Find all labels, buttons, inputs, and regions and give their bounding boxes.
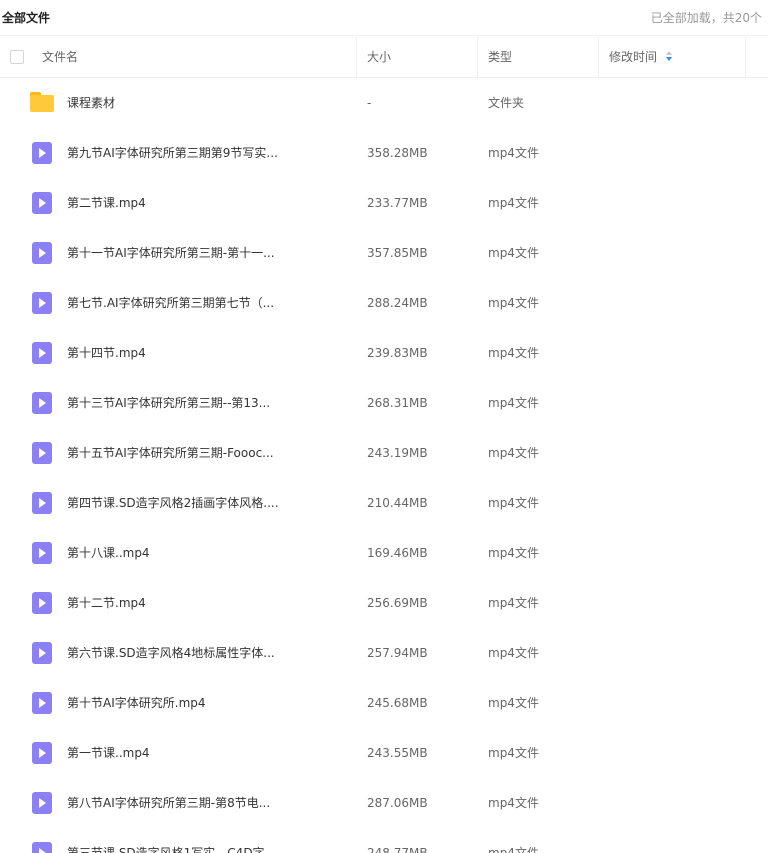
file-name[interactable]: 第十三节AI字体研究所第三期--第13... xyxy=(67,378,270,428)
file-type: mp4文件 xyxy=(488,396,539,410)
column-header-size[interactable]: 大小 xyxy=(367,37,391,77)
file-name[interactable]: 第四节课.SD造字风格2插画字体风格.... xyxy=(67,478,279,528)
file-type: mp4文件 xyxy=(488,246,539,260)
file-row[interactable]: 第十三节AI字体研究所第三期--第13... 268.31MB mp4文件 xyxy=(0,378,768,428)
file-name[interactable]: 第十五节AI字体研究所第三期-Foooc... xyxy=(67,428,274,478)
video-file-icon xyxy=(32,492,52,514)
file-size: 243.19MB xyxy=(367,446,428,460)
file-size: 257.94MB xyxy=(367,646,428,660)
file-size: 233.77MB xyxy=(367,196,428,210)
breadcrumb-all-files[interactable]: 全部文件 xyxy=(2,9,50,26)
file-size: 287.06MB xyxy=(367,796,428,810)
video-file-icon xyxy=(32,742,52,764)
column-divider[interactable] xyxy=(356,37,357,77)
sort-icon[interactable] xyxy=(665,50,673,63)
file-row[interactable]: 第二节课.mp4 233.77MB mp4文件 xyxy=(0,178,768,228)
file-type: mp4文件 xyxy=(488,596,539,610)
file-size: 243.55MB xyxy=(367,746,428,760)
file-name[interactable]: 第十二节.mp4 xyxy=(67,578,146,628)
file-size: 248.77MB xyxy=(367,846,428,853)
file-type: mp4文件 xyxy=(488,196,539,210)
file-size: - xyxy=(367,96,372,110)
file-type: mp4文件 xyxy=(488,296,539,310)
video-file-icon xyxy=(32,692,52,714)
file-type: mp4文件 xyxy=(488,446,539,460)
file-name[interactable]: 第二节课.mp4 xyxy=(67,178,146,228)
file-type: mp4文件 xyxy=(488,346,539,360)
file-type: mp4文件 xyxy=(488,746,539,760)
file-name[interactable]: 第十一节AI字体研究所第三期-第十一... xyxy=(67,228,275,278)
select-all-checkbox[interactable] xyxy=(10,50,24,64)
file-row[interactable]: 第九节AI字体研究所第三期第9节写实... 358.28MB mp4文件 xyxy=(0,128,768,178)
column-header-modified[interactable]: 修改时间 xyxy=(609,37,673,77)
file-name[interactable]: 第三节课.SD造字风格1写实、C4D字... xyxy=(67,828,276,853)
file-size: 239.83MB xyxy=(367,346,428,360)
file-type: mp4文件 xyxy=(488,696,539,710)
video-file-icon xyxy=(32,542,52,564)
file-type: mp4文件 xyxy=(488,646,539,660)
file-row[interactable]: 第一节课..mp4 243.55MB mp4文件 xyxy=(0,728,768,778)
file-type: mp4文件 xyxy=(488,496,539,510)
column-header-type[interactable]: 类型 xyxy=(488,37,512,77)
file-row[interactable]: 课程素材 - 文件夹 xyxy=(0,78,768,128)
file-name[interactable]: 第七节.AI字体研究所第三期第七节（... xyxy=(67,278,274,328)
file-name[interactable]: 第十八课..mp4 xyxy=(67,528,150,578)
toolbar: 全部文件 已全部加载，共20个 xyxy=(0,0,768,36)
file-row[interactable]: 第十八课..mp4 169.46MB mp4文件 xyxy=(0,528,768,578)
file-name[interactable]: 第六节课.SD造字风格4地标属性字体... xyxy=(67,628,275,678)
file-size: 245.68MB xyxy=(367,696,428,710)
video-file-icon xyxy=(32,342,52,364)
video-file-icon xyxy=(32,142,52,164)
video-file-icon xyxy=(32,442,52,464)
file-type: mp4文件 xyxy=(488,846,539,853)
video-file-icon xyxy=(32,642,52,664)
video-file-icon xyxy=(32,292,52,314)
file-size: 268.31MB xyxy=(367,396,428,410)
load-status: 已全部加载，共20个 xyxy=(650,11,762,25)
file-name[interactable]: 第一节课..mp4 xyxy=(67,728,150,778)
file-row[interactable]: 第六节课.SD造字风格4地标属性字体... 257.94MB mp4文件 xyxy=(0,628,768,678)
column-header-modified-label: 修改时间 xyxy=(609,50,658,64)
file-row[interactable]: 第七节.AI字体研究所第三期第七节（... 288.24MB mp4文件 xyxy=(0,278,768,328)
file-name[interactable]: 第八节AI字体研究所第三期-第8节电... xyxy=(67,778,270,828)
video-file-icon xyxy=(32,592,52,614)
file-row[interactable]: 第十四节.mp4 239.83MB mp4文件 xyxy=(0,328,768,378)
video-file-icon xyxy=(32,392,52,414)
file-name[interactable]: 课程素材 xyxy=(67,78,115,128)
file-size: 357.85MB xyxy=(367,246,428,260)
file-type: 文件夹 xyxy=(488,96,525,110)
file-size: 358.28MB xyxy=(367,146,428,160)
file-row[interactable]: 第十二节.mp4 256.69MB mp4文件 xyxy=(0,578,768,628)
file-size: 256.69MB xyxy=(367,596,428,610)
video-file-icon xyxy=(32,242,52,264)
file-list: 课程素材 - 文件夹第九节AI字体研究所第三期第9节写实... 358.28MB mp4… xyxy=(0,78,768,853)
file-name[interactable]: 第十节AI字体研究所.mp4 xyxy=(67,678,206,728)
file-row[interactable]: 第四节课.SD造字风格2插画字体风格.... 210.44MB mp4文件 xyxy=(0,478,768,528)
video-file-icon xyxy=(32,792,52,814)
file-name[interactable]: 第十四节.mp4 xyxy=(67,328,146,378)
file-type: mp4文件 xyxy=(488,146,539,160)
column-divider[interactable] xyxy=(745,37,746,77)
file-size: 169.46MB xyxy=(367,546,428,560)
column-divider[interactable] xyxy=(598,37,599,77)
video-file-icon xyxy=(32,192,52,214)
folder-icon xyxy=(30,92,54,112)
video-file-icon xyxy=(32,842,52,853)
file-size: 288.24MB xyxy=(367,296,428,310)
table-header: 文件名 大小 类型 修改时间 xyxy=(0,37,768,78)
file-size: 210.44MB xyxy=(367,496,428,510)
column-header-name[interactable]: 文件名 xyxy=(42,37,78,77)
file-type: mp4文件 xyxy=(488,546,539,560)
file-type: mp4文件 xyxy=(488,796,539,810)
file-row[interactable]: 第十一节AI字体研究所第三期-第十一... 357.85MB mp4文件 xyxy=(0,228,768,278)
file-row[interactable]: 第十节AI字体研究所.mp4 245.68MB mp4文件 xyxy=(0,678,768,728)
file-row[interactable]: 第十五节AI字体研究所第三期-Foooc... 243.19MB mp4文件 xyxy=(0,428,768,478)
file-name[interactable]: 第九节AI字体研究所第三期第9节写实... xyxy=(67,128,278,178)
file-row[interactable]: 第三节课.SD造字风格1写实、C4D字... 248.77MB mp4文件 xyxy=(0,828,768,853)
column-divider[interactable] xyxy=(477,37,478,77)
file-row[interactable]: 第八节AI字体研究所第三期-第8节电... 287.06MB mp4文件 xyxy=(0,778,768,828)
